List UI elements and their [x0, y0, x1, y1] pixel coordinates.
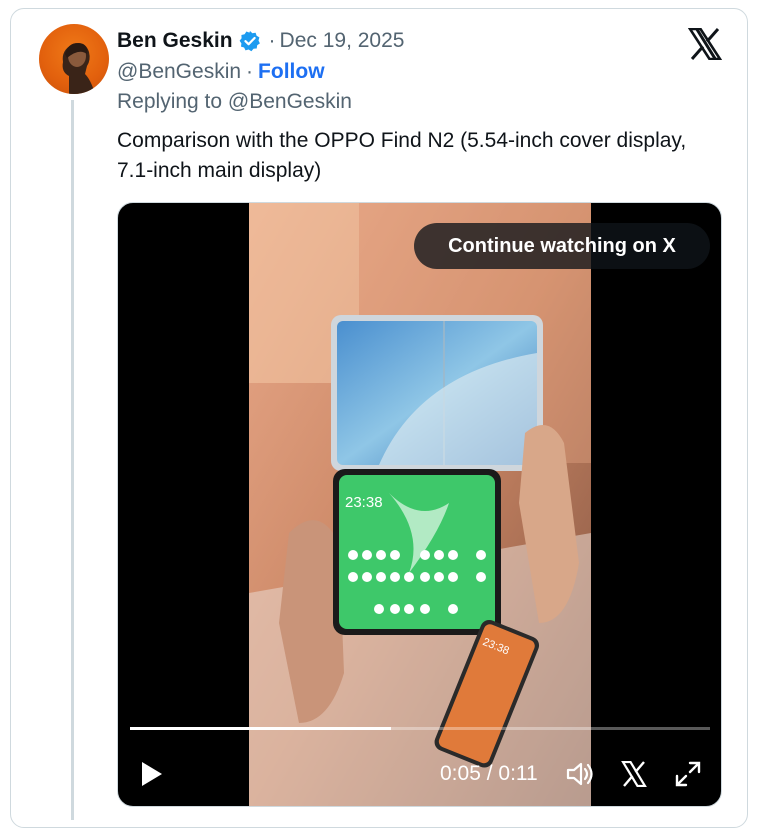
tweet-date[interactable]: Dec 19, 2025 — [280, 29, 405, 53]
video-frame: 23:38 23:38 — [249, 203, 591, 806]
phone-clock: 23:38 — [345, 494, 383, 511]
replying-to[interactable]: Replying to @BenGeskin — [117, 90, 352, 114]
volume-icon[interactable] — [566, 761, 596, 787]
play-icon[interactable] — [140, 761, 164, 787]
author-handle[interactable]: @BenGeskin — [117, 60, 241, 84]
video-player[interactable]: 23:38 23:38 Continue watching on X 0:05 … — [117, 202, 722, 807]
x-logo-icon[interactable] — [688, 28, 722, 60]
author-row: Ben Geskin · Dec 19, 2025 — [117, 27, 404, 55]
fullscreen-icon[interactable] — [675, 761, 701, 787]
time-separator: / — [480, 762, 499, 785]
current-time: 0:05 — [440, 762, 481, 785]
video-progress-fill — [130, 727, 391, 730]
verified-badge-icon — [239, 31, 260, 52]
video-time: 0:05 / 0:11 — [440, 762, 538, 786]
date-separator: · — [268, 29, 276, 52]
duration: 0:11 — [498, 762, 538, 785]
author-name[interactable]: Ben Geskin — [117, 29, 233, 53]
follow-button[interactable]: Follow — [258, 60, 325, 84]
continue-watching-button[interactable]: Continue watching on X — [414, 223, 710, 269]
video-progress-bar[interactable] — [130, 727, 710, 730]
handle-row: @BenGeskin · Follow — [117, 60, 325, 84]
tweet-text: Comparison with the OPPO Find N2 (5.54-i… — [117, 129, 687, 182]
avatar[interactable] — [39, 24, 109, 94]
handle-separator: · — [246, 60, 254, 83]
x-share-icon[interactable] — [621, 761, 647, 787]
thread-line — [71, 100, 74, 820]
